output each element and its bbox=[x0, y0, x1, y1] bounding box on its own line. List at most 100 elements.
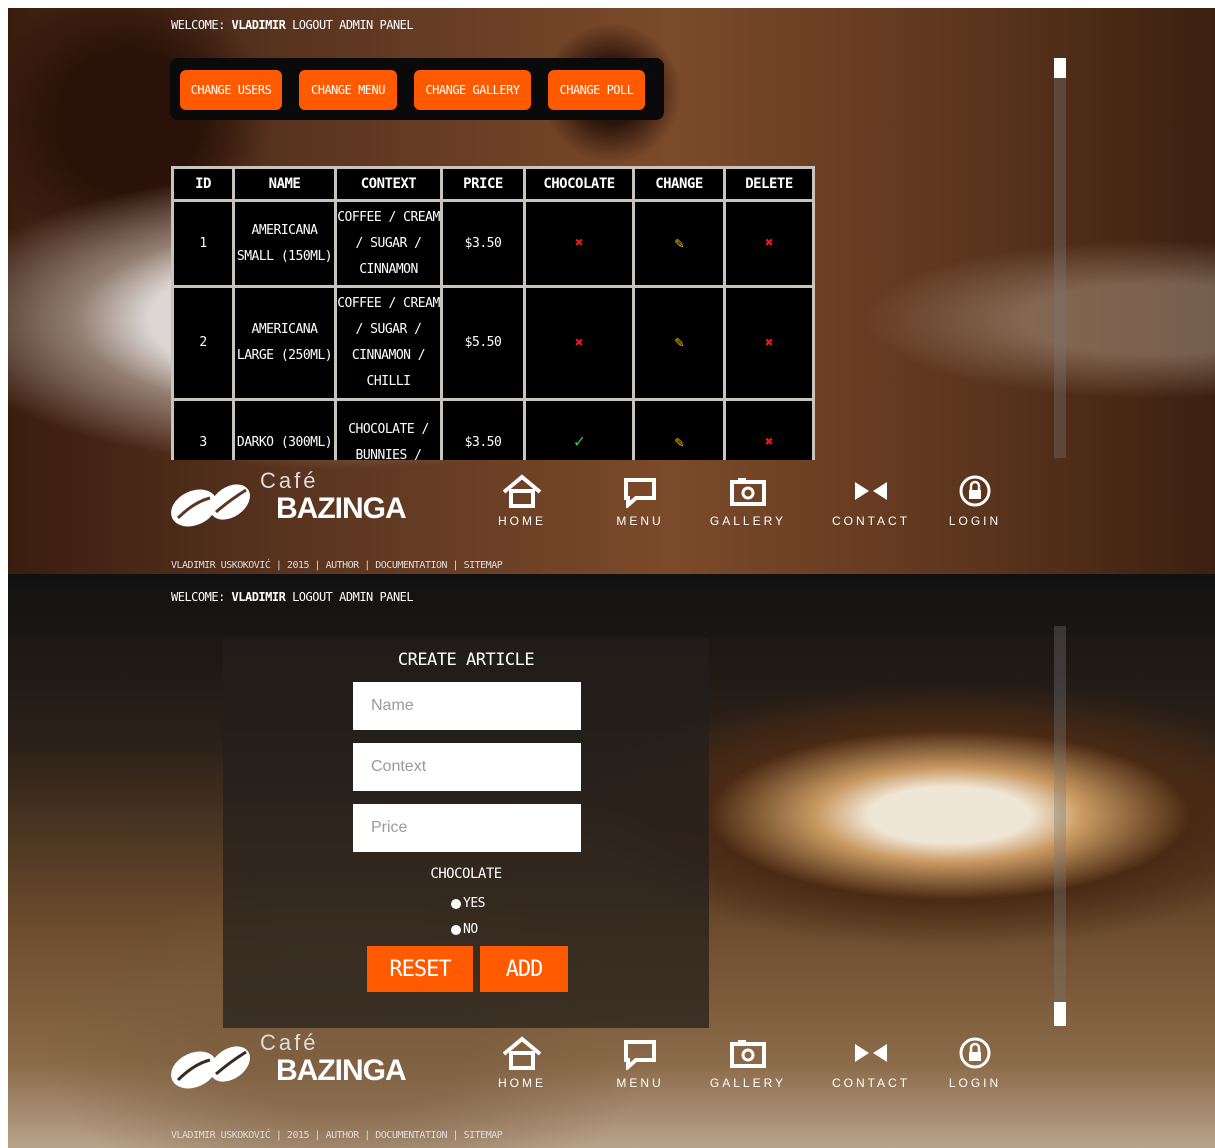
logo-cafe-text: Café bbox=[260, 1030, 319, 1055]
table-header-row: ID NAME CONTEXT PRICE CHOCOLATE CHANGE D… bbox=[174, 169, 812, 199]
admin-toolbar: CHANGE USERS CHANGE MENU CHANGE GALLERY … bbox=[170, 58, 664, 120]
delete-icon[interactable]: ✖ bbox=[765, 434, 773, 450]
col-context: CONTEXT bbox=[337, 169, 440, 199]
lock-icon bbox=[959, 1037, 991, 1069]
radio-no-row: NO bbox=[451, 922, 478, 937]
cell-change[interactable]: ✎ bbox=[635, 288, 723, 398]
create-article-panel: WELCOME: VLADIMIR LOGOUT ADMIN PANEL CRE… bbox=[8, 574, 1215, 1148]
change-gallery-button[interactable]: CHANGE GALLERY bbox=[414, 70, 531, 110]
nav-contact-label: CONTACT bbox=[831, 514, 911, 528]
cell-context: CHOCOLATE / BUNNIES / bbox=[337, 401, 440, 460]
cell-price: $3.50 bbox=[443, 401, 523, 460]
logout-link[interactable]: LOGOUT bbox=[292, 590, 333, 604]
cell-context: COFFEE / CREAM / SUGAR / CINNAMON bbox=[337, 202, 440, 285]
nav-gallery[interactable]: GALLERY bbox=[698, 474, 798, 528]
cell-id: 2 bbox=[174, 288, 232, 398]
radio-yes-label: YES bbox=[463, 896, 485, 911]
chat-icon bbox=[624, 478, 656, 508]
cell-chocolate: ✖ bbox=[526, 288, 632, 398]
bowtie-icon bbox=[855, 482, 887, 500]
admin-panel-link[interactable]: ADMIN PANEL bbox=[339, 590, 413, 604]
camera-icon bbox=[730, 478, 766, 506]
welcome-bar: WELCOME: VLADIMIR LOGOUT ADMIN PANEL bbox=[171, 590, 414, 604]
home-icon bbox=[502, 474, 542, 508]
cell-name: DARKO (300ML) bbox=[235, 401, 334, 460]
logo[interactable]: Café BAZINGA bbox=[168, 468, 428, 540]
cell-change[interactable]: ✎ bbox=[635, 401, 723, 460]
nav-contact[interactable]: CONTACT bbox=[821, 1036, 921, 1090]
cell-id: 1 bbox=[174, 202, 232, 285]
create-article-form: CREATE ARTICLE CHOCOLATE YES NO RESET AD… bbox=[223, 638, 709, 1028]
context-input[interactable] bbox=[353, 743, 581, 791]
pencil-icon[interactable]: ✎ bbox=[675, 333, 684, 351]
cell-delete[interactable]: ✖ bbox=[726, 202, 812, 285]
nav-contact[interactable]: CONTACT bbox=[821, 474, 921, 528]
nav-menu[interactable]: MENU bbox=[590, 474, 690, 528]
logo-cafe-text: Café bbox=[260, 468, 319, 493]
reset-button[interactable]: RESET bbox=[367, 946, 473, 992]
cell-delete[interactable]: ✖ bbox=[726, 401, 812, 460]
nav-login-label: LOGIN bbox=[948, 514, 1002, 528]
cell-change[interactable]: ✎ bbox=[635, 202, 723, 285]
table-row: 2 AMERICANA LARGE (250ML) COFFEE / CREAM… bbox=[174, 288, 812, 398]
welcome-user: VLADIMIR bbox=[231, 18, 286, 32]
form-title: CREATE ARTICLE bbox=[397, 650, 535, 670]
check-icon: ✓ bbox=[573, 430, 585, 452]
nav-menu-label: MENU bbox=[616, 514, 664, 528]
pencil-icon[interactable]: ✎ bbox=[675, 433, 684, 451]
nav-gallery[interactable]: GALLERY bbox=[698, 1036, 798, 1090]
cross-icon: ✖ bbox=[575, 235, 583, 251]
delete-icon[interactable]: ✖ bbox=[765, 335, 773, 351]
chocolate-label: CHOCOLATE bbox=[430, 866, 502, 882]
pencil-icon[interactable]: ✎ bbox=[675, 234, 684, 252]
nav-login[interactable]: LOGIN bbox=[925, 1036, 1025, 1090]
cell-id: 3 bbox=[174, 401, 232, 460]
nav-menu[interactable]: MENU bbox=[590, 1036, 690, 1090]
admin-menu-panel: WELCOME: VLADIMIR LOGOUT ADMIN PANEL CHA… bbox=[8, 8, 1215, 574]
nav-login[interactable]: LOGIN bbox=[925, 474, 1025, 528]
change-users-button[interactable]: CHANGE USERS bbox=[180, 70, 282, 110]
logo[interactable]: Café BAZINGA bbox=[168, 1030, 428, 1102]
nav-gallery-label: GALLERY bbox=[709, 1076, 787, 1090]
chat-icon bbox=[624, 1040, 656, 1070]
radio-no-label: NO bbox=[463, 922, 478, 937]
coffee-beans-logo bbox=[171, 484, 250, 527]
cell-price: $3.50 bbox=[443, 202, 523, 285]
nav-contact-label: CONTACT bbox=[831, 1076, 911, 1090]
name-input[interactable] bbox=[353, 682, 581, 730]
welcome-user: VLADIMIR bbox=[231, 590, 286, 604]
price-input[interactable] bbox=[353, 804, 581, 852]
scroll-thumb[interactable] bbox=[1054, 1002, 1066, 1026]
logo-brand-text: BAZINGA bbox=[276, 1054, 407, 1087]
admin-panel-link[interactable]: ADMIN PANEL bbox=[339, 18, 413, 32]
scroll-thumb[interactable] bbox=[1054, 58, 1066, 78]
change-poll-button[interactable]: CHANGE POLL bbox=[548, 70, 645, 110]
nav-home[interactable]: HOME bbox=[472, 1036, 572, 1090]
bowtie-icon bbox=[855, 1044, 887, 1062]
cell-chocolate: ✓ bbox=[526, 401, 632, 460]
change-menu-button[interactable]: CHANGE MENU bbox=[299, 70, 397, 110]
scrollbar[interactable] bbox=[1054, 58, 1066, 458]
cell-delete[interactable]: ✖ bbox=[726, 288, 812, 398]
radio-no[interactable] bbox=[451, 924, 461, 935]
cell-name: AMERICANA SMALL (150ML) bbox=[235, 202, 334, 285]
col-price: PRICE bbox=[443, 169, 523, 199]
radio-yes-row: YES bbox=[451, 896, 485, 911]
col-name: NAME bbox=[235, 169, 334, 199]
nav-home-label: HOME bbox=[498, 1076, 546, 1090]
cell-price: $5.50 bbox=[443, 288, 523, 398]
col-delete: DELETE bbox=[726, 169, 812, 199]
lock-icon bbox=[959, 475, 991, 507]
welcome-prefix: WELCOME: bbox=[171, 590, 225, 604]
coffee-beans-logo bbox=[171, 1046, 250, 1089]
menu-table: ID NAME CONTEXT PRICE CHOCOLATE CHANGE D… bbox=[171, 166, 815, 460]
delete-icon[interactable]: ✖ bbox=[765, 235, 773, 251]
radio-yes[interactable] bbox=[451, 898, 461, 909]
add-button[interactable]: ADD bbox=[480, 946, 568, 992]
nav-home-label: HOME bbox=[498, 514, 546, 528]
logout-link[interactable]: LOGOUT bbox=[292, 18, 333, 32]
logo-brand-text: BAZINGA bbox=[276, 492, 407, 525]
scrollbar[interactable] bbox=[1054, 626, 1066, 1026]
footer: VLADIMIR USKOKOVIĆ | 2015 | AUTHOR | DOC… bbox=[171, 560, 503, 571]
nav-home[interactable]: HOME bbox=[472, 474, 572, 528]
